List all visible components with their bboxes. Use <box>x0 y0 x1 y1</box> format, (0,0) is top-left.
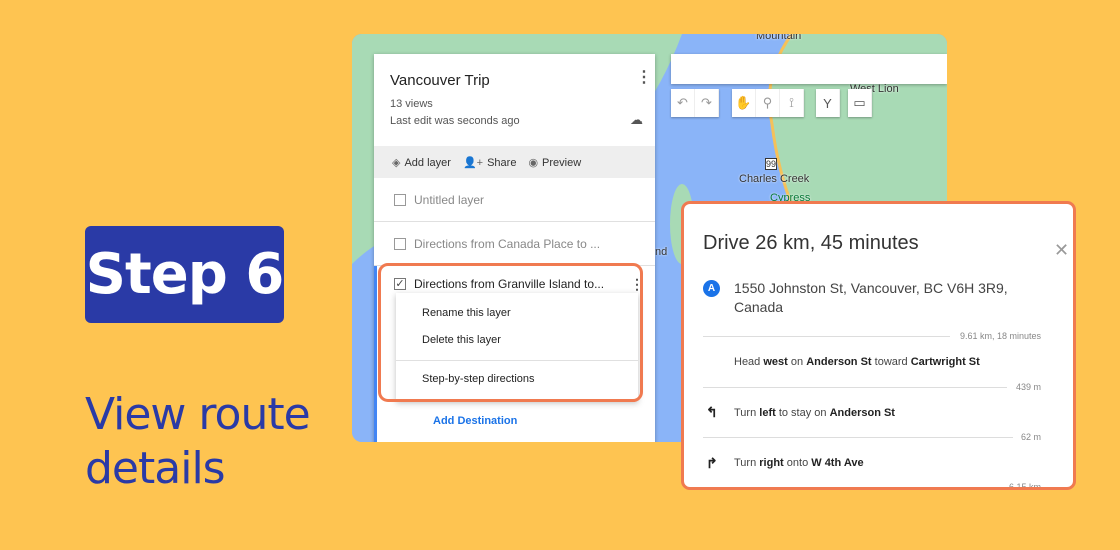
layer-item[interactable]: Directions from Canada Place to ... <box>374 222 655 266</box>
step-text: left <box>759 407 776 419</box>
directions-title: Drive 26 km, 45 minutes <box>703 232 919 254</box>
layer-item[interactable]: Untitled layer <box>374 178 655 222</box>
turn-right-icon: ↱ <box>706 455 718 471</box>
step-text: W 4th Ave <box>811 457 864 469</box>
direction-step[interactable]: Head west on Anderson St toward Cartwrig… <box>734 356 980 368</box>
ruler-icon[interactable]: ▭ <box>848 89 872 117</box>
step-text: Turn <box>734 457 760 469</box>
add-layer-button[interactable]: ◈ Add layer <box>392 156 451 169</box>
add-person-icon: 👤+ <box>462 156 484 169</box>
panel-actions: ◈ Add layer 👤+ Share ◉ Preview <box>374 146 655 178</box>
step-text: Cartwright St <box>910 356 980 368</box>
step-badge: Step 6 <box>85 226 284 323</box>
undo-redo-group: ↶ ↷ <box>671 89 719 117</box>
step-text: Head <box>734 356 764 368</box>
step-text: onto <box>783 457 812 469</box>
ruler-tool: ▭ <box>848 89 872 117</box>
direction-step[interactable]: Turn right onto W 4th Ave <box>734 457 864 469</box>
map-label: nd <box>655 246 668 258</box>
step-text: west <box>763 356 788 368</box>
step-distance: 439 m <box>1015 382 1041 392</box>
map-title[interactable]: Vancouver Trip <box>390 72 490 89</box>
layer-checkbox[interactable] <box>394 193 406 206</box>
close-icon[interactable]: ✕ <box>1054 240 1069 261</box>
map-search-box[interactable] <box>671 54 947 84</box>
undo-icon[interactable]: ↶ <box>671 89 695 117</box>
add-layer-label: Add layer <box>404 156 451 169</box>
redo-icon[interactable]: ↷ <box>695 89 719 117</box>
menu-highlight-frame <box>378 263 643 402</box>
map-label: Mountain <box>756 34 802 42</box>
map-options-icon[interactable]: ⋮ <box>636 70 652 86</box>
last-edit-status: Last edit was seconds ago <box>390 115 520 127</box>
highway-shield: 99 <box>765 158 778 170</box>
step-text: Anderson St <box>806 356 872 368</box>
turn-left-icon: ↰ <box>706 404 718 420</box>
divider <box>703 437 1013 438</box>
layers-icon: ◈ <box>392 156 401 169</box>
cloud-saved-icon: ☁ <box>630 112 643 127</box>
view-count: 13 views <box>390 98 433 110</box>
step-text: to stay on <box>775 407 830 419</box>
preview-label: Preview <box>542 156 582 169</box>
drawing-tools: ✋ ⚲ ⟟ <box>732 89 804 117</box>
share-label: Share <box>487 156 517 169</box>
step-caption: View route details <box>85 389 311 494</box>
segment-summary: 9.61 km, 18 minutes <box>959 331 1041 341</box>
add-destination-link[interactable]: Add Destination <box>433 415 517 427</box>
divider <box>703 336 950 337</box>
step-text: on <box>787 356 807 368</box>
layer-name: Untitled layer <box>414 192 485 207</box>
step-text: toward <box>871 356 911 368</box>
step-text: Anderson St <box>829 407 895 419</box>
layer-checkbox[interactable] <box>394 237 406 250</box>
line-icon[interactable]: ⟟ <box>780 89 804 117</box>
hand-icon[interactable]: ✋ <box>732 89 756 117</box>
direction-step[interactable]: Turn left to stay on Anderson St <box>734 407 895 419</box>
step-distance: 62 m <box>1020 432 1041 442</box>
step-text: Turn <box>734 407 760 419</box>
step-distance: 6.15 km <box>1008 482 1041 490</box>
directions-card: Drive 26 km, 45 minutes ✕ A 1550 Johnsto… <box>681 201 1076 490</box>
directions-tool: Y <box>816 89 840 117</box>
origin-address: 1550 Johnston St, Vancouver, BC V6H 3R9,… <box>734 280 1008 315</box>
divider <box>703 387 1007 388</box>
layer-name: Directions from Canada Place to ... <box>414 236 601 251</box>
map-label: Charles Creek <box>739 173 810 185</box>
directions-icon[interactable]: Y <box>816 89 840 117</box>
marker-icon[interactable]: ⚲ <box>756 89 780 117</box>
eye-icon: ◉ <box>528 156 539 169</box>
step-text: right <box>759 457 784 469</box>
share-button[interactable]: 👤+ Share <box>463 156 516 169</box>
preview-button[interactable]: ◉ Preview <box>528 156 581 169</box>
origin-marker-icon: A <box>703 280 720 297</box>
